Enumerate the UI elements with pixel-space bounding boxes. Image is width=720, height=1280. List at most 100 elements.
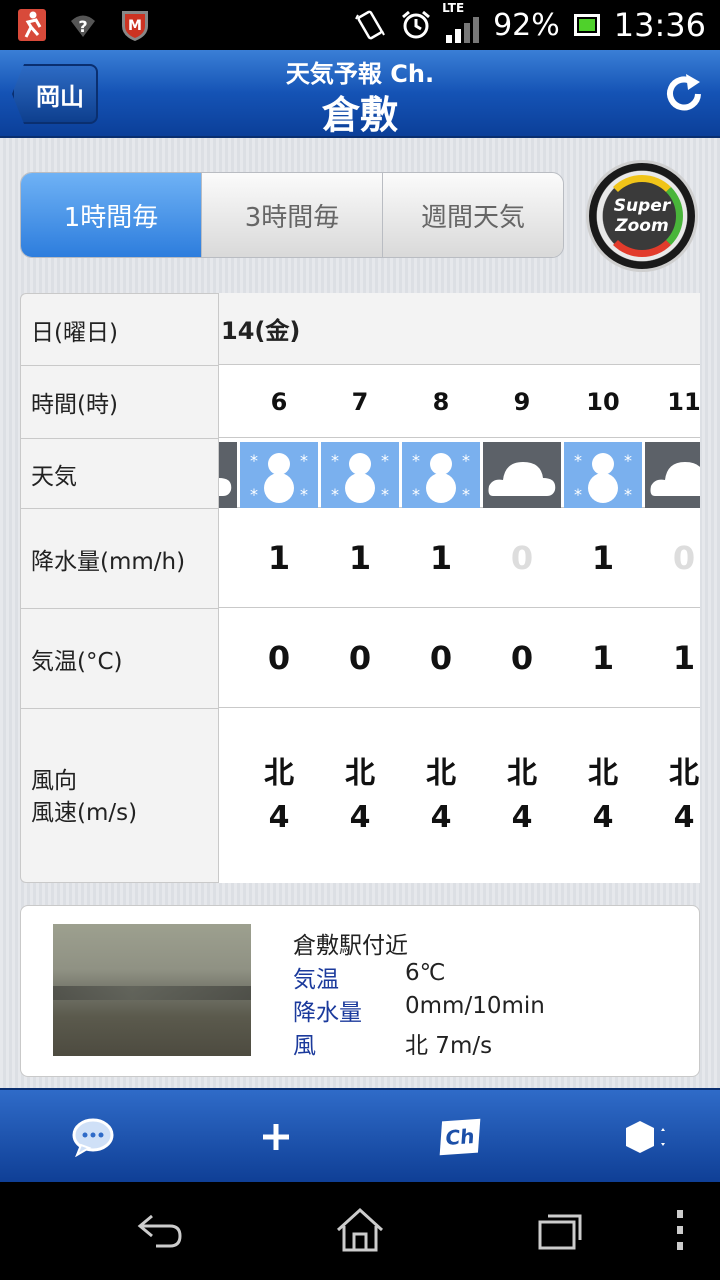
- svg-text:?: ?: [78, 17, 87, 36]
- svg-text:*: *: [300, 485, 308, 504]
- svg-text:*: *: [250, 451, 258, 470]
- camera-temp: 気温 6℃: [293, 960, 446, 993]
- hour-cell: 8: [432, 387, 450, 416]
- battery-icon: [573, 14, 600, 36]
- home-icon[interactable]: [330, 1202, 390, 1258]
- network-type: LTE: [442, 1, 465, 15]
- tab-3-hourly[interactable]: 3時間毎: [201, 173, 382, 257]
- bottom-toolbar: Ch: [0, 1088, 720, 1182]
- svg-text:*: *: [331, 451, 339, 470]
- wifi-question-icon: ?: [71, 15, 95, 37]
- back-icon[interactable]: [130, 1202, 190, 1258]
- temp-cell: 0: [267, 639, 291, 677]
- app-header: 岡山 天気予報 Ch. 倉敷: [0, 50, 720, 138]
- wind-direction: 北: [588, 755, 618, 791]
- wind-cell: 北4: [644, 708, 700, 883]
- interval-tabs: 1時間毎 3時間毎 週間天気: [20, 172, 564, 258]
- hour-cell: 7: [351, 387, 369, 416]
- date-value: 14(金): [221, 317, 301, 345]
- wind-row: 北4北4北4北4北4北4: [219, 708, 700, 883]
- temp-row: 0 0 0 0 1 1: [219, 608, 700, 708]
- label-date: 日(曜日): [21, 294, 220, 366]
- label-weather: 天気: [21, 439, 220, 509]
- precip-cell: 1: [267, 539, 291, 577]
- clock: 13:36: [613, 6, 706, 44]
- precip-cell: 1: [429, 539, 453, 577]
- settings-hex-icon: [626, 1121, 665, 1153]
- weather-icon-snow: * * * *: [240, 442, 318, 508]
- svg-text:*: *: [574, 485, 582, 504]
- settings-button[interactable]: [555, 1090, 720, 1184]
- date-row: 14(金): [219, 293, 700, 365]
- svg-text:*: *: [381, 485, 389, 504]
- wind-speed: 4: [592, 799, 614, 835]
- wind-cell: 北4: [482, 708, 562, 883]
- svg-text:*: *: [574, 451, 582, 470]
- wind-direction: 北: [264, 755, 294, 791]
- precip-cell: 0: [510, 539, 534, 577]
- weather-icon-snow: * * * *: [402, 442, 480, 508]
- hour-cell: 11: [667, 387, 700, 416]
- wind-cell: 北4: [401, 708, 481, 883]
- forecast-table: 日(曜日) 時間(時) 天気 降水量(mm/h) 気温(°C) 風向 風速(m/…: [20, 293, 700, 883]
- precip-cell: 1: [591, 539, 615, 577]
- channel-icon: Ch: [439, 1118, 481, 1156]
- svg-text:*: *: [250, 485, 258, 504]
- precip-cell: 0: [672, 539, 696, 577]
- svg-text:*: *: [412, 485, 420, 504]
- temp-cell: 0: [348, 639, 372, 677]
- tab-weekly[interactable]: 週間天気: [382, 173, 563, 257]
- wind-cell: 北4: [563, 708, 643, 883]
- camera-image[interactable]: [53, 924, 251, 1056]
- status-bar: ? M LTE 92% 13:36: [0, 0, 720, 50]
- mcafee-icon: M: [122, 11, 148, 41]
- tab-hourly[interactable]: 1時間毎: [21, 173, 201, 257]
- signal-icon: LTE: [442, 1, 480, 43]
- chat-button[interactable]: [3, 1090, 183, 1184]
- svg-text:*: *: [624, 485, 632, 504]
- weather-icon-snow: * * * *: [321, 442, 399, 508]
- hour-cell: 9: [513, 387, 531, 416]
- svg-text:*: *: [300, 451, 308, 470]
- wind-speed: 4: [673, 799, 695, 835]
- camera-location: 倉敷駅付近: [293, 933, 408, 959]
- vibrate-icon: [355, 10, 385, 40]
- forecast-data[interactable]: 14(金) 6 7 8 9 10 11 * * * * * * * * * * * * * * * * 111010 0…: [219, 293, 700, 883]
- recent-apps-icon[interactable]: [530, 1202, 590, 1258]
- plus-icon: [263, 1124, 289, 1150]
- label-temp: 気温(°C): [21, 609, 220, 709]
- menu-icon[interactable]: [650, 1202, 710, 1258]
- svg-text:*: *: [462, 485, 470, 504]
- battery-percent: 92%: [493, 7, 560, 43]
- wind-direction: 北: [426, 755, 456, 791]
- wind-speed: 4: [430, 799, 452, 835]
- hour-row: 6 7 8 9 10 11: [219, 365, 700, 438]
- wind-speed: 4: [511, 799, 533, 835]
- super-zoom-button[interactable]: Super Zoom: [586, 160, 698, 272]
- page-title: 倉敷: [321, 93, 398, 137]
- hour-cell: 10: [586, 387, 620, 416]
- add-button[interactable]: [186, 1090, 366, 1184]
- wind-direction: 北: [507, 755, 537, 791]
- label-hour: 時間(時): [21, 366, 220, 439]
- temp-cell: 0: [510, 639, 534, 677]
- temp-cell: 1: [591, 639, 615, 677]
- weather-icon-cloudy: [219, 442, 237, 508]
- super-zoom-label: Super Zoom: [613, 196, 671, 236]
- svg-text:*: *: [624, 451, 632, 470]
- chat-bubble-icon: [72, 1118, 114, 1157]
- svg-text:*: *: [381, 451, 389, 470]
- live-camera-card[interactable]: 倉敷駅付近 気温 6℃ 降水量 0mm/10min 風 北 7m/s: [20, 905, 700, 1077]
- camera-wind: 風 北 7m/s: [293, 1033, 493, 1059]
- hour-cell: 6: [270, 387, 288, 416]
- row-labels: 日(曜日) 時間(時) 天気 降水量(mm/h) 気温(°C) 風向 風速(m/…: [20, 293, 220, 883]
- weather-row: * * * * * * * * * * * * * * * *: [219, 438, 700, 508]
- weather-icon-cloudy: [645, 442, 700, 508]
- channel-button[interactable]: Ch: [370, 1090, 550, 1184]
- svg-text:M: M: [128, 18, 142, 34]
- label-wind-direction: 風向: [31, 767, 77, 794]
- refresh-icon[interactable]: [662, 72, 706, 116]
- camera-precip: 降水量 0mm/10min: [293, 993, 545, 1026]
- wind-direction: 北: [345, 755, 375, 791]
- content-area: 1時間毎 3時間毎 週間天気 Super Zoom 日(曜日) 時間(時) 天気…: [0, 138, 720, 1088]
